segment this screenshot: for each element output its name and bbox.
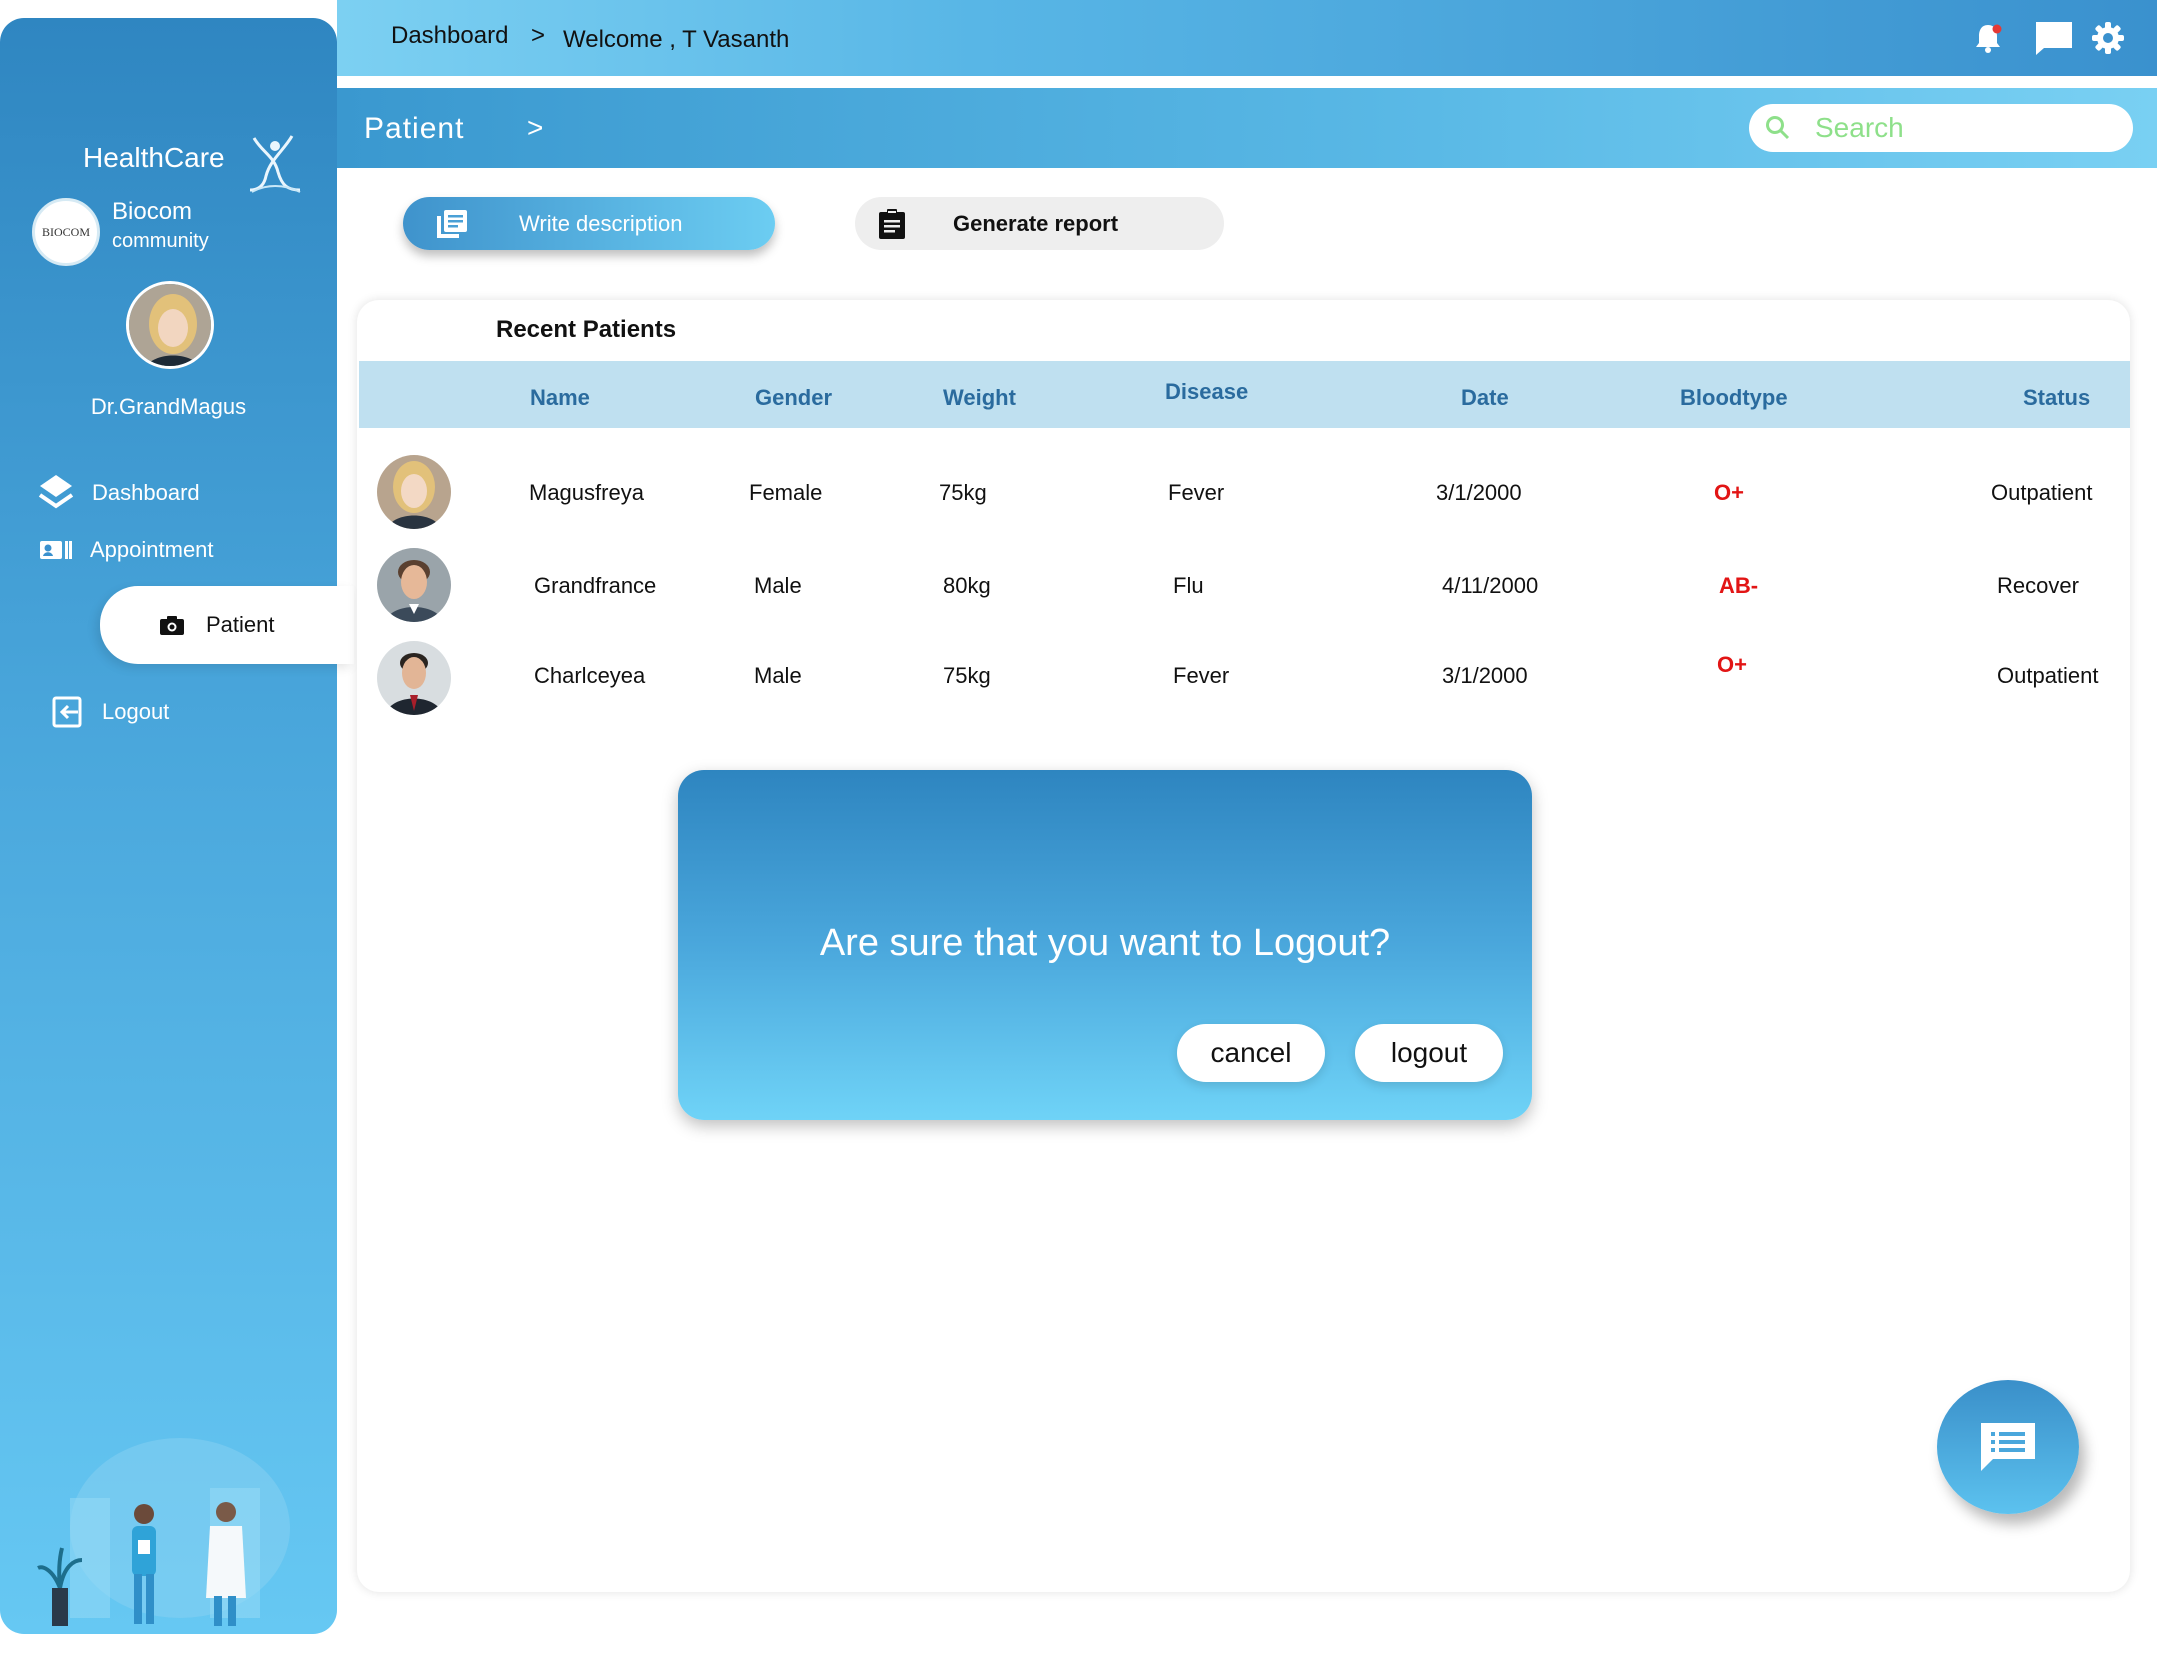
user-avatar-image: [129, 284, 211, 366]
cell-date: 3/1/2000: [1436, 480, 1522, 505]
patient-avatar: [377, 455, 451, 529]
write-description-button[interactable]: Write description: [403, 197, 775, 250]
cell-gender: Male: [754, 663, 802, 688]
table-row[interactable]: Magusfreya Female 75kg Fever 3/1/2000 O+…: [357, 452, 2130, 532]
logout-button[interactable]: logout: [1355, 1024, 1503, 1082]
cell-disease: Fever: [1168, 480, 1225, 505]
patient-photo: [377, 548, 451, 622]
generate-report-button[interactable]: Generate report: [855, 197, 1224, 250]
logout-confirm-dialog: Are sure that you want to Logout? cancel…: [678, 770, 1532, 1120]
column-disease: Disease: [1165, 379, 1249, 404]
write-description-label: Write description: [519, 210, 683, 236]
welcome-text: Welcome , T Vasanth: [563, 26, 790, 53]
search-icon: [1766, 116, 1790, 140]
sidebar-item-patient[interactable]: Patient: [100, 586, 354, 664]
chevron-right-icon[interactable]: >: [527, 112, 543, 144]
column-gender: Gender: [755, 385, 833, 410]
sidebar-item-label: Appointment: [90, 537, 214, 562]
dialog-message: Are sure that you want to Logout?: [819, 922, 1391, 964]
cell-weight: 75kg: [939, 480, 987, 505]
cell-bloodtype: O+: [1714, 480, 1744, 505]
cell-name: Magusfreya: [529, 480, 644, 505]
top-bar: Dashboard > Welcome , T Vasanth: [337, 0, 2157, 76]
healthcare-logo-icon: [249, 135, 301, 193]
sidebar-item-label: Patient: [206, 612, 275, 637]
sidebar-item-label: Logout: [102, 699, 170, 724]
cell-bloodtype: AB-: [1719, 573, 1759, 598]
cell-weight: 75kg: [943, 663, 991, 688]
sidebar: HealthCare BIOCOM Biocom community Dr.Gr…: [0, 18, 354, 1634]
message-list-icon: [1981, 1423, 2035, 1471]
doctors-illustration: [37, 1438, 290, 1626]
logout-icon: [52, 696, 82, 728]
sidebar-item-label: Dashboard: [92, 480, 200, 505]
column-weight: Weight: [943, 385, 1016, 410]
breadcrumb-separator: >: [531, 22, 546, 49]
cell-date: 4/11/2000: [1442, 573, 1539, 598]
cell-status: Outpatient: [1997, 663, 2099, 688]
patient-avatar: [377, 548, 451, 622]
cell-bloodtype: O+: [1717, 652, 1747, 677]
cell-date: 3/1/2000: [1442, 663, 1528, 688]
generate-report-label: Generate report: [953, 210, 1119, 236]
biocom-logo-text: BIOCOM: [41, 224, 90, 239]
cell-name: Charlceyea: [534, 663, 646, 688]
column-bloodtype: Bloodtype: [1680, 385, 1788, 410]
chat-fab-button[interactable]: [1937, 1380, 2079, 1514]
layers-icon: [38, 475, 74, 509]
cell-disease: Flu: [1173, 573, 1204, 598]
page-title: Patient: [364, 112, 465, 145]
search-box[interactable]: [1749, 104, 2133, 152]
cancel-button[interactable]: cancel: [1177, 1024, 1325, 1082]
page-header: Patient >: [337, 88, 2157, 168]
search-input[interactable]: [1815, 112, 2115, 144]
sidebar-item-appointment[interactable]: Appointment: [40, 537, 214, 563]
breadcrumb-dashboard[interactable]: Dashboard: [391, 22, 508, 50]
org-name: Biocom: [112, 198, 193, 225]
cell-disease: Fever: [1173, 663, 1230, 688]
avatar[interactable]: [126, 281, 214, 369]
contact-card-icon: [40, 541, 72, 559]
bell-icon[interactable]: [1973, 22, 2003, 54]
biocom-logo: BIOCOM: [32, 198, 100, 266]
column-status: Status: [2023, 385, 2091, 410]
clipboard-icon: [879, 208, 905, 239]
user-name: Dr.GrandMagus: [90, 394, 247, 419]
cell-status: Outpatient: [1991, 480, 2093, 505]
column-date: Date: [1461, 385, 1509, 410]
sidebar-item-logout[interactable]: Logout: [52, 696, 169, 728]
cell-status: Recover: [1997, 573, 2079, 598]
column-name: Name: [530, 385, 590, 410]
cell-gender: Female: [749, 480, 823, 505]
cell-name: Grandfrance: [534, 573, 657, 598]
camera-icon: [160, 616, 184, 635]
gear-icon[interactable]: [2092, 22, 2124, 54]
library-books-icon: [437, 209, 467, 238]
patient-avatar: [377, 641, 451, 715]
cell-gender: Male: [754, 573, 802, 598]
brand-name: HealthCare: [83, 142, 225, 173]
chat-icon[interactable]: [2034, 20, 2074, 56]
sidebar-item-dashboard[interactable]: Dashboard: [38, 473, 200, 513]
patient-photo: [377, 641, 451, 715]
table-row[interactable]: Charlceyea Male 75kg Fever 3/1/2000 O+ O…: [357, 636, 2130, 716]
cell-weight: 80kg: [943, 573, 991, 598]
org-subtitle: community: [112, 230, 209, 252]
table-row[interactable]: Grandfrance Male 80kg Flu 4/11/2000 AB- …: [357, 545, 2130, 625]
patient-photo: [377, 455, 451, 529]
table-header: Name Gender Weight Disease Date Bloodtyp…: [359, 361, 2130, 428]
recent-patients-title: Recent Patients: [496, 316, 677, 343]
